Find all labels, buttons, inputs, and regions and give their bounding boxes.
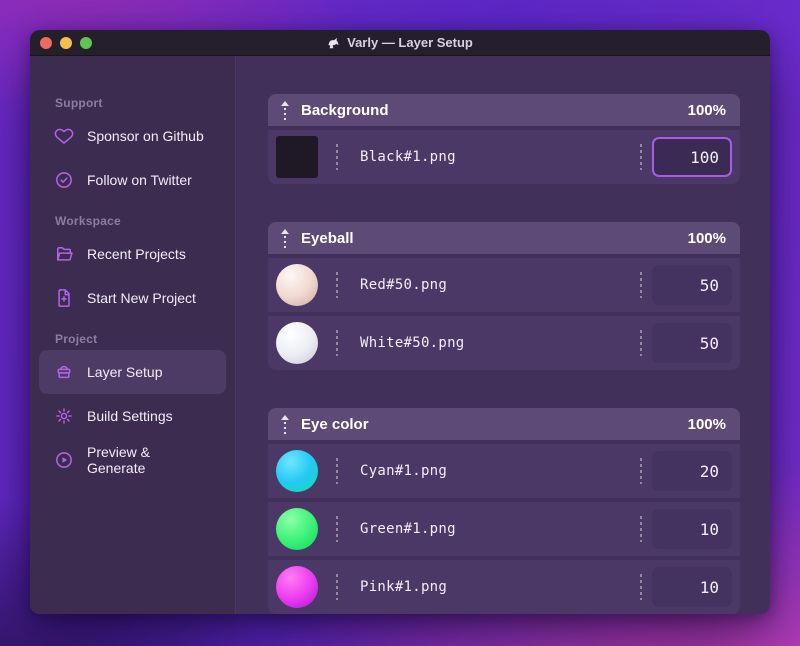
layer-value-input[interactable] <box>652 509 732 549</box>
layer-row[interactable]: White#50.png <box>268 316 740 370</box>
divider-dashed <box>640 272 642 298</box>
traffic-lights <box>40 30 92 55</box>
layers-panel[interactable]: Background 100% Black#1.png Eyeball 100%… <box>236 56 770 614</box>
layer-group-header: Eyeball 100% <box>268 222 740 254</box>
layer-filename: Black#1.png <box>360 149 456 165</box>
heart-icon <box>54 126 74 146</box>
layer-value-input[interactable] <box>652 567 732 607</box>
layer-row[interactable]: Green#1.png <box>268 502 740 556</box>
sidebar-item-build-settings[interactable]: Build Settings <box>39 394 226 438</box>
layer-group-eye-color: Eye color 100% Cyan#1.png Green#1.png Pi… <box>268 408 740 614</box>
divider-dashed <box>640 516 642 542</box>
layer-group-rows: Black#1.png <box>268 130 740 184</box>
layer-thumbnail <box>276 136 318 178</box>
layer-filename: Cyan#1.png <box>360 463 448 479</box>
sidebar-section: Support Sponsor on Github Follow on Twit… <box>30 96 235 202</box>
sidebar: Support Sponsor on Github Follow on Twit… <box>30 56 236 614</box>
sidebar-item-label: Follow on Twitter <box>87 172 192 188</box>
layer-value-input[interactable] <box>652 265 732 305</box>
sidebar-section-label: Workspace <box>55 214 121 228</box>
divider-dashed <box>336 272 338 298</box>
divider-dashed <box>640 330 642 356</box>
divider-dashed <box>336 144 338 170</box>
sidebar-item-sponsor-on-github[interactable]: Sponsor on Github <box>39 114 226 158</box>
layer-group-weight: 100% <box>687 229 726 247</box>
window-titlebar[interactable]: Varly — Layer Setup <box>30 30 770 56</box>
sidebar-section-label: Support <box>55 96 103 110</box>
layer-thumbnail <box>276 508 318 550</box>
drag-handle-icon[interactable] <box>280 414 289 434</box>
layer-thumbnail <box>276 566 318 608</box>
folder-open-icon <box>54 244 74 264</box>
layer-filename: Green#1.png <box>360 521 456 537</box>
layer-group-weight: 100% <box>687 101 726 119</box>
sidebar-item-label: Start New Project <box>87 290 196 306</box>
layer-thumbnail <box>276 322 318 364</box>
drag-handle-icon[interactable] <box>280 100 289 120</box>
layer-filename: White#50.png <box>360 335 465 351</box>
layer-value-input[interactable] <box>652 451 732 491</box>
layer-group-title: Background <box>301 101 389 119</box>
layer-row[interactable]: Black#1.png <box>268 130 740 184</box>
check-badge-icon <box>54 170 74 190</box>
layer-group-eyeball: Eyeball 100% Red#50.png White#50.png <box>268 222 740 370</box>
file-plus-icon <box>54 288 74 308</box>
layer-row[interactable]: Cyan#1.png <box>268 444 740 498</box>
window-title-text: Varly — Layer Setup <box>347 35 473 50</box>
sidebar-section-label: Project <box>55 332 98 346</box>
sidebar-item-follow-on-twitter[interactable]: Follow on Twitter <box>39 158 226 202</box>
minimize-button[interactable] <box>60 36 72 49</box>
sidebar-section: Workspace Recent Projects Start New Proj… <box>30 214 235 320</box>
unicorn-icon <box>328 37 339 48</box>
layer-row[interactable]: Red#50.png <box>268 258 740 312</box>
close-button[interactable] <box>40 36 52 49</box>
layer-group-background: Background 100% Black#1.png <box>268 94 740 184</box>
sidebar-item-label: Preview & Generate <box>87 444 151 476</box>
sidebar-item-label: Layer Setup <box>87 364 163 380</box>
layer-value-input[interactable] <box>652 323 732 363</box>
sidebar-item-preview-generate[interactable]: Preview & Generate <box>39 438 226 482</box>
divider-dashed <box>640 574 642 600</box>
divider-dashed <box>336 330 338 356</box>
layer-group-title: Eye color <box>301 415 369 433</box>
sidebar-item-label: Sponsor on Github <box>87 128 204 144</box>
sidebar-item-recent-projects[interactable]: Recent Projects <box>39 232 226 276</box>
divider-dashed <box>336 516 338 542</box>
layer-thumbnail <box>276 450 318 492</box>
layer-group-rows: Red#50.png White#50.png <box>268 258 740 370</box>
play-circle-icon <box>54 450 74 470</box>
layer-row[interactable]: Pink#1.png <box>268 560 740 614</box>
layer-filename: Pink#1.png <box>360 579 448 595</box>
sidebar-item-label: Build Settings <box>87 408 173 424</box>
gear-icon <box>54 406 74 426</box>
divider-dashed <box>336 574 338 600</box>
divider-dashed <box>640 458 642 484</box>
layer-value-input[interactable] <box>652 137 732 177</box>
layer-group-header: Eye color 100% <box>268 408 740 440</box>
divider-dashed <box>640 144 642 170</box>
drag-handle-icon[interactable] <box>280 228 289 248</box>
zoom-button[interactable] <box>80 36 92 49</box>
sidebar-item-start-new-project[interactable]: Start New Project <box>39 276 226 320</box>
sidebar-item-label: Recent Projects <box>87 246 186 262</box>
layer-group-rows: Cyan#1.png Green#1.png Pink#1.png <box>268 444 740 614</box>
sidebar-item-layer-setup[interactable]: Layer Setup <box>39 350 226 394</box>
layer-group-title: Eyeball <box>301 229 354 247</box>
app-window: Varly — Layer Setup Support Sponsor on G… <box>30 30 770 614</box>
desktop-wallpaper: Varly — Layer Setup Support Sponsor on G… <box>0 0 800 646</box>
layer-group-header: Background 100% <box>268 94 740 126</box>
layer-filename: Red#50.png <box>360 277 448 293</box>
layer-group-weight: 100% <box>687 415 726 433</box>
app-body: Support Sponsor on Github Follow on Twit… <box>30 56 770 614</box>
layer-thumbnail <box>276 264 318 306</box>
layers-icon <box>54 362 74 382</box>
sidebar-section: Project Layer Setup Build Settings Previ… <box>30 332 235 482</box>
divider-dashed <box>336 458 338 484</box>
window-title: Varly — Layer Setup <box>327 35 473 50</box>
